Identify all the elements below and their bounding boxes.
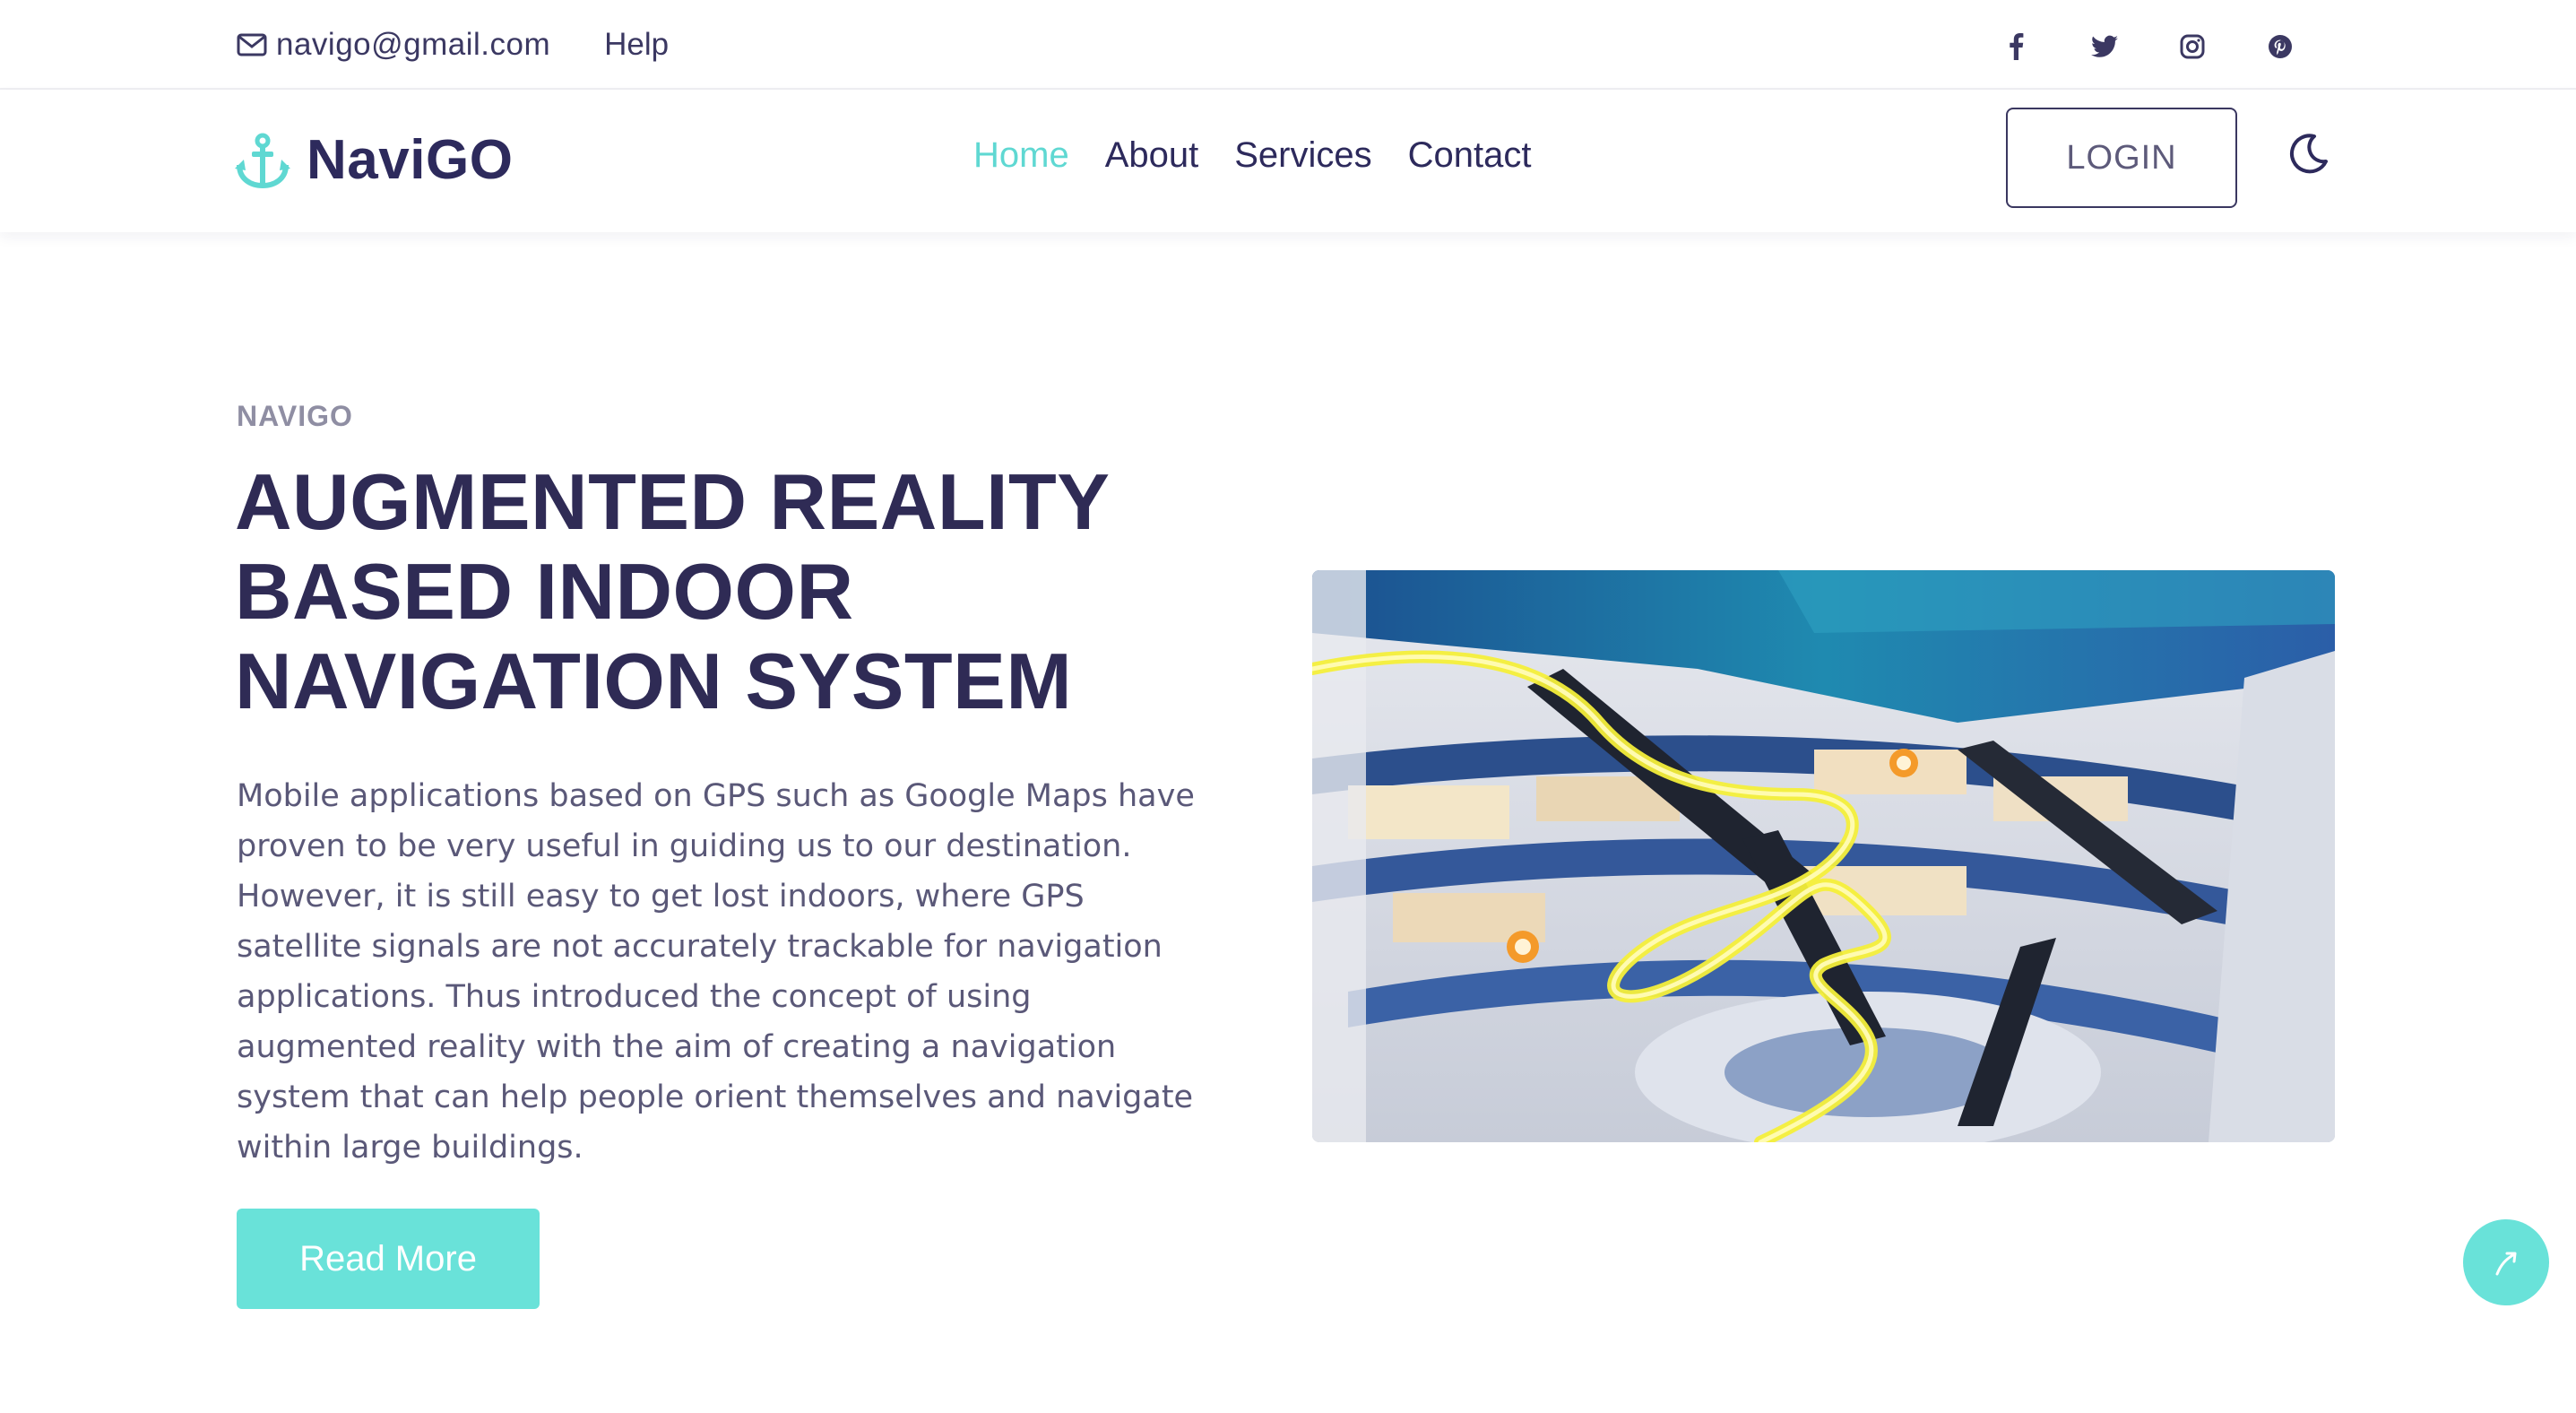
envelope-icon bbox=[237, 33, 267, 56]
hero-title-line: NAVIGATION SYSTEM bbox=[235, 637, 1073, 725]
nav-services[interactable]: Services bbox=[1234, 135, 1371, 176]
read-more-button[interactable]: Read More bbox=[237, 1209, 540, 1309]
brand-logo[interactable]: NaviGO bbox=[235, 128, 513, 192]
pinterest-link[interactable] bbox=[2262, 30, 2298, 63]
hero-title: AUGMENTED REALITY BASED INDOOR NAVIGATIO… bbox=[235, 457, 1310, 726]
brand-name: NaviGO bbox=[307, 129, 514, 191]
hero-title-line: BASED INDOOR bbox=[235, 547, 854, 636]
email-text: navigo@gmail.com bbox=[276, 27, 551, 62]
help-link[interactable]: Help bbox=[604, 27, 669, 63]
hero-image-mall-ar-path bbox=[1312, 570, 2335, 1142]
login-button[interactable]: LOGIN bbox=[2006, 108, 2237, 208]
main-navbar: NaviGO Home About Services Contact LOGIN bbox=[0, 91, 2576, 232]
contact-info: navigo@gmail.com Help bbox=[237, 27, 669, 63]
nav-about[interactable]: About bbox=[1105, 135, 1199, 176]
hero-title-line: AUGMENTED REALITY bbox=[235, 457, 1111, 546]
moon-icon bbox=[2289, 134, 2328, 174]
facebook-link[interactable] bbox=[1999, 30, 2035, 63]
hero-description: Mobile applications based on GPS such as… bbox=[237, 778, 1195, 1166]
theme-toggle[interactable] bbox=[2287, 132, 2332, 177]
anchor-icon bbox=[235, 133, 290, 188]
email-link[interactable]: navigo@gmail.com bbox=[237, 27, 550, 63]
twitter-icon bbox=[2091, 35, 2118, 57]
hero-eyebrow: NAVIGO bbox=[237, 400, 353, 432]
instagram-icon bbox=[2180, 34, 2205, 59]
nav-contact[interactable]: Contact bbox=[1408, 135, 1532, 176]
twitter-link[interactable] bbox=[2087, 30, 2122, 63]
facebook-icon bbox=[2010, 33, 2024, 60]
instagram-link[interactable] bbox=[2174, 30, 2210, 63]
main-menu: Home About Services Contact bbox=[973, 135, 1567, 176]
social-links bbox=[1999, 30, 2298, 63]
nav-home[interactable]: Home bbox=[973, 135, 1069, 176]
scroll-to-top-button[interactable] bbox=[2463, 1219, 2549, 1305]
arrow-up-icon bbox=[2495, 1252, 2517, 1276]
top-bar: navigo@gmail.com Help bbox=[0, 0, 2576, 90]
pinterest-icon bbox=[2269, 35, 2292, 58]
mall-illustration bbox=[1312, 570, 2335, 1142]
